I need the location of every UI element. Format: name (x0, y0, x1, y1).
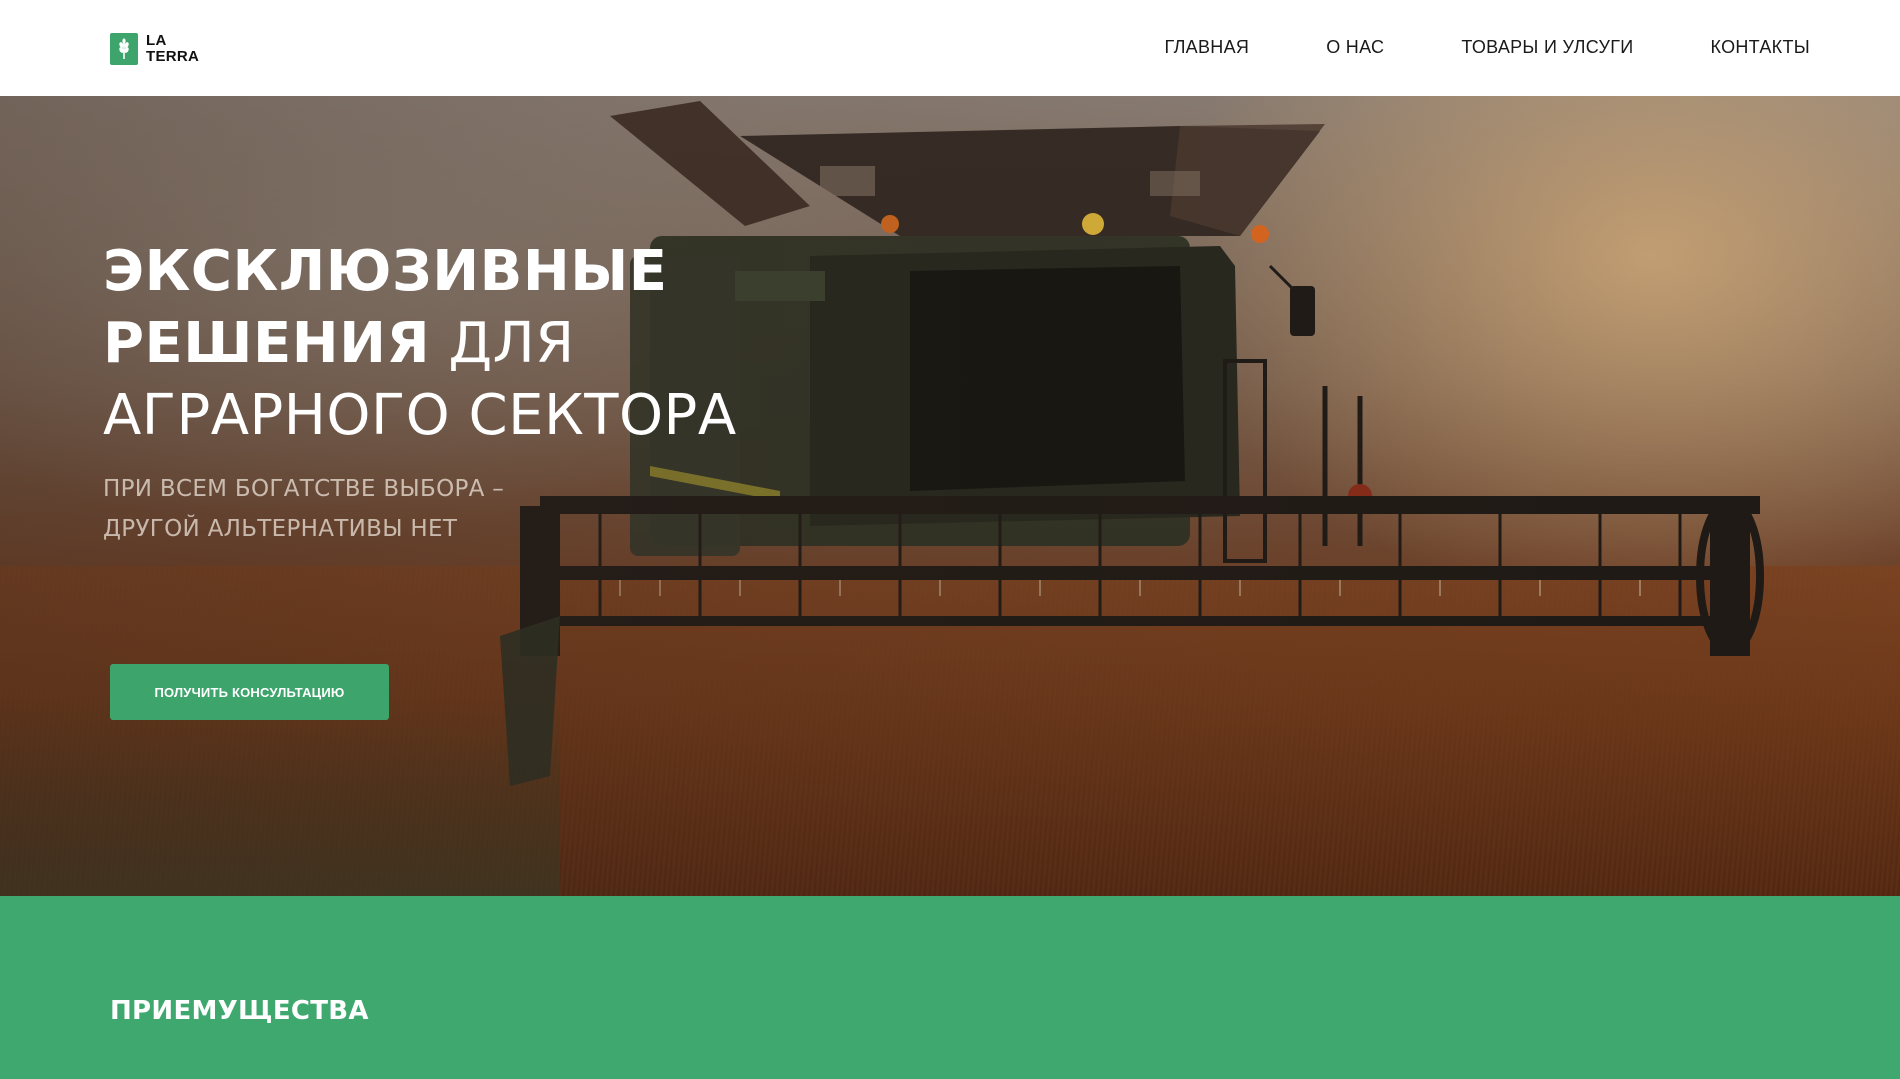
hero-subtitle-line-2: ДРУГОЙ АЛЬТЕРНАТИВЫ НЕТ (103, 516, 458, 542)
advantages-section: ПРИЕМУЩЕСТВА (0, 896, 1900, 1079)
hero-subtitle: ПРИ ВСЕМ БОГАТСТВЕ ВЫБОРА – ДРУГОЙ АЛЬТЕ… (103, 469, 504, 549)
get-consultation-button[interactable]: ПОЛУЧИТЬ КОНСУЛЬТАЦИЮ (110, 664, 389, 720)
nav-item-contacts[interactable]: КОНТАКТЫ (1710, 37, 1810, 58)
advantages-title: ПРИЕМУЩЕСТВА (110, 996, 369, 1026)
hero-title-line-1: ЭКСКЛЮЗИВНЫЕ (103, 239, 668, 304)
hero-title-line-2-light: ДЛЯ (430, 311, 575, 376)
nav-item-products[interactable]: ТОВАРЫ И УЛСУГИ (1461, 37, 1633, 58)
hero-title-line-3: АГРАРНОГО СЕКТОРА (103, 383, 737, 448)
logo[interactable]: LA TERRA (110, 33, 199, 65)
logo-line-1: LA (146, 32, 167, 49)
hero-section: ЭКСКЛЮЗИВНЫЕ РЕШЕНИЯ ДЛЯ АГРАРНОГО СЕКТО… (0, 96, 1900, 896)
hero-title-line-2-bold: РЕШЕНИЯ (103, 311, 431, 376)
logo-text: LA TERRA (146, 33, 199, 65)
nav-item-about[interactable]: О НАС (1326, 37, 1384, 58)
hero-subtitle-line-1: ПРИ ВСЕМ БОГАТСТВЕ ВЫБОРА – (103, 476, 505, 502)
main-nav: ГЛАВНАЯ О НАС ТОВАРЫ И УЛСУГИ КОНТАКТЫ (1165, 37, 1810, 58)
logo-line-2: TERRA (146, 48, 200, 65)
wheat-icon (110, 33, 138, 65)
site-header: LA TERRA ГЛАВНАЯ О НАС ТОВАРЫ И УЛСУГИ К… (0, 0, 1900, 96)
hero-title: ЭКСКЛЮЗИВНЫЕ РЕШЕНИЯ ДЛЯ АГРАРНОГО СЕКТО… (103, 236, 737, 452)
nav-item-home[interactable]: ГЛАВНАЯ (1165, 37, 1250, 58)
